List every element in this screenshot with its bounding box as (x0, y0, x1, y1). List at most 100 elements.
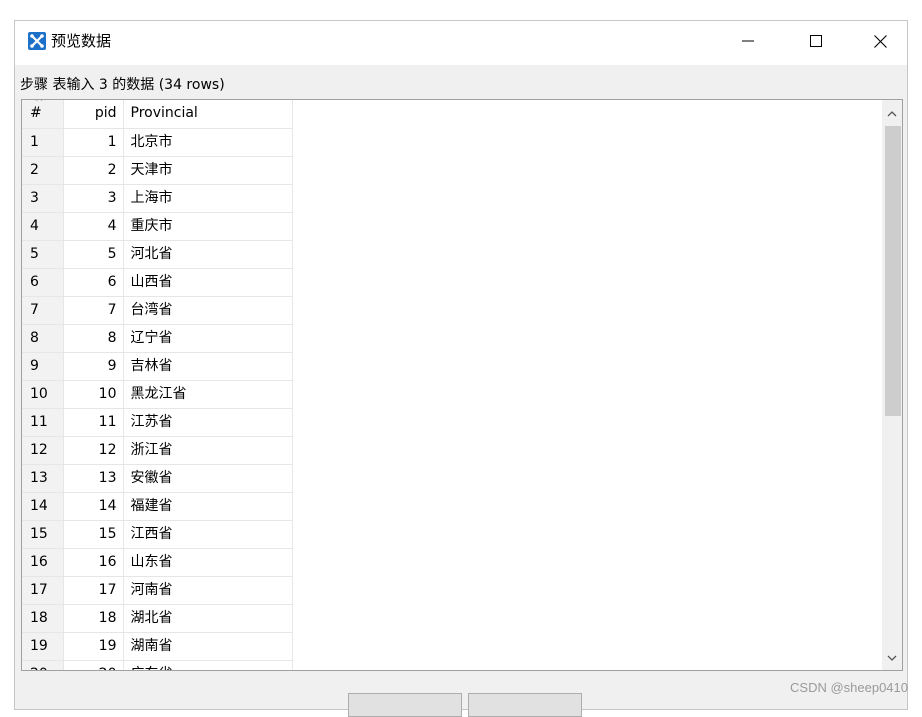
provincial-cell[interactable]: 江苏省 (123, 408, 293, 437)
chevron-up-icon (887, 111, 897, 117)
row-number-cell[interactable]: 14 (22, 492, 64, 521)
provincial-cell[interactable]: 上海市 (123, 184, 293, 213)
table-row[interactable]: 12 12 浙江省 (22, 436, 293, 465)
column-header-provincial[interactable]: Provincial (123, 100, 293, 129)
title-bar[interactable]: 预览数据 (15, 21, 907, 65)
kettle-app-icon (28, 32, 46, 50)
vertical-scrollbar[interactable] (882, 100, 902, 670)
table-row[interactable]: 10 10 黑龙江省 (22, 380, 293, 409)
row-number-cell[interactable]: 17 (22, 576, 64, 605)
table-row[interactable]: 18 18 湖北省 (22, 604, 293, 633)
scrollbar-thumb[interactable] (885, 126, 901, 416)
data-grid[interactable]: ^ # pid Provincial 1 1 北京市 2 2 天津市 3 3 上海市 4 4 重庆市 5… (21, 99, 903, 671)
row-number-cell[interactable]: 19 (22, 632, 64, 661)
table-row[interactable]: 19 19 湖南省 (22, 632, 293, 661)
pid-cell[interactable]: 3 (63, 184, 124, 213)
provincial-cell[interactable]: 江西省 (123, 520, 293, 549)
row-number-cell[interactable]: 3 (22, 184, 64, 213)
row-number-cell[interactable]: 12 (22, 436, 64, 465)
table-row[interactable]: 5 5 河北省 (22, 240, 293, 269)
provincial-cell[interactable]: 北京市 (123, 128, 293, 157)
provincial-cell[interactable]: 天津市 (123, 156, 293, 185)
provincial-cell[interactable]: 山东省 (123, 548, 293, 577)
table-row[interactable]: 3 3 上海市 (22, 184, 293, 213)
provincial-cell[interactable]: 湖北省 (123, 604, 293, 633)
pid-cell[interactable]: 11 (63, 408, 124, 437)
table-row[interactable]: 8 8 辽宁省 (22, 324, 293, 353)
provincial-cell[interactable]: 河南省 (123, 576, 293, 605)
pid-cell[interactable]: 7 (63, 296, 124, 325)
provincial-cell[interactable]: 河北省 (123, 240, 293, 269)
pid-cell[interactable]: 16 (63, 548, 124, 577)
row-number-cell[interactable]: 10 (22, 380, 64, 409)
table-row[interactable]: 13 13 安徽省 (22, 464, 293, 493)
row-number-cell[interactable]: 20 (22, 660, 64, 670)
table-row[interactable]: 9 9 吉林省 (22, 352, 293, 381)
provincial-cell[interactable]: 湖南省 (123, 632, 293, 661)
table-row[interactable]: 17 17 河南省 (22, 576, 293, 605)
minimize-icon (742, 40, 754, 42)
pid-cell[interactable]: 14 (63, 492, 124, 521)
row-number-cell[interactable]: 13 (22, 464, 64, 493)
provincial-cell[interactable]: 重庆市 (123, 212, 293, 241)
provincial-cell[interactable]: 黑龙江省 (123, 380, 293, 409)
table-row[interactable]: 16 16 山东省 (22, 548, 293, 577)
close-button[interactable] (857, 21, 903, 61)
provincial-cell[interactable]: 辽宁省 (123, 324, 293, 353)
row-number-cell[interactable]: 2 (22, 156, 64, 185)
table-row[interactable]: 1 1 北京市 (22, 128, 293, 157)
provincial-cell[interactable]: 吉林省 (123, 352, 293, 381)
table-row[interactable]: 15 15 江西省 (22, 520, 293, 549)
row-number-cell[interactable]: 1 (22, 128, 64, 157)
pid-cell[interactable]: 19 (63, 632, 124, 661)
row-number-cell[interactable]: 16 (22, 548, 64, 577)
table-row[interactable]: 14 14 福建省 (22, 492, 293, 521)
table-row[interactable]: 11 11 江苏省 (22, 408, 293, 437)
window-title: 预览数据 (51, 32, 112, 50)
scroll-down-button[interactable] (882, 648, 902, 668)
pid-cell[interactable]: 4 (63, 212, 124, 241)
provincial-cell[interactable]: 广东省 (123, 660, 293, 670)
row-number-cell[interactable]: 15 (22, 520, 64, 549)
table-row[interactable]: 4 4 重庆市 (22, 212, 293, 241)
row-number-cell[interactable]: 5 (22, 240, 64, 269)
table-row[interactable]: 2 2 天津市 (22, 156, 293, 185)
minimize-button[interactable] (725, 21, 771, 61)
pid-cell[interactable]: 15 (63, 520, 124, 549)
pid-cell[interactable]: 1 (63, 128, 124, 157)
provincial-cell[interactable]: 安徽省 (123, 464, 293, 493)
dialog-button-left[interactable] (348, 693, 462, 717)
provincial-cell[interactable]: 台湾省 (123, 296, 293, 325)
row-number-cell[interactable]: 7 (22, 296, 64, 325)
column-header-pid[interactable]: pid (63, 100, 124, 129)
row-number-cell[interactable]: 4 (22, 212, 64, 241)
pid-cell[interactable]: 10 (63, 380, 124, 409)
provincial-cell[interactable]: 福建省 (123, 492, 293, 521)
column-header-row-number[interactable]: ^ # (22, 100, 64, 129)
row-number-cell[interactable]: 18 (22, 604, 64, 633)
dialog-button-right[interactable] (468, 693, 582, 717)
table-row[interactable]: 7 7 台湾省 (22, 296, 293, 325)
pid-cell[interactable]: 8 (63, 324, 124, 353)
row-number-cell[interactable]: 6 (22, 268, 64, 297)
row-number-cell[interactable]: 9 (22, 352, 64, 381)
pid-cell[interactable]: 12 (63, 436, 124, 465)
pid-cell[interactable]: 17 (63, 576, 124, 605)
pid-cell[interactable]: 20 (63, 660, 124, 670)
row-number-cell[interactable]: 11 (22, 408, 64, 437)
maximize-icon (810, 35, 822, 47)
pid-cell[interactable]: 5 (63, 240, 124, 269)
scroll-up-button[interactable] (882, 104, 902, 124)
provincial-cell[interactable]: 浙江省 (123, 436, 293, 465)
table-row[interactable]: 6 6 山西省 (22, 268, 293, 297)
maximize-button[interactable] (793, 21, 839, 61)
pid-cell[interactable]: 9 (63, 352, 124, 381)
pid-cell[interactable]: 18 (63, 604, 124, 633)
pid-cell[interactable]: 13 (63, 464, 124, 493)
table-row[interactable]: 2020广东省 (22, 660, 293, 670)
provincial-cell[interactable]: 山西省 (123, 268, 293, 297)
table-header-row: ^ # pid Provincial (22, 100, 293, 129)
pid-cell[interactable]: 2 (63, 156, 124, 185)
row-number-cell[interactable]: 8 (22, 324, 64, 353)
pid-cell[interactable]: 6 (63, 268, 124, 297)
